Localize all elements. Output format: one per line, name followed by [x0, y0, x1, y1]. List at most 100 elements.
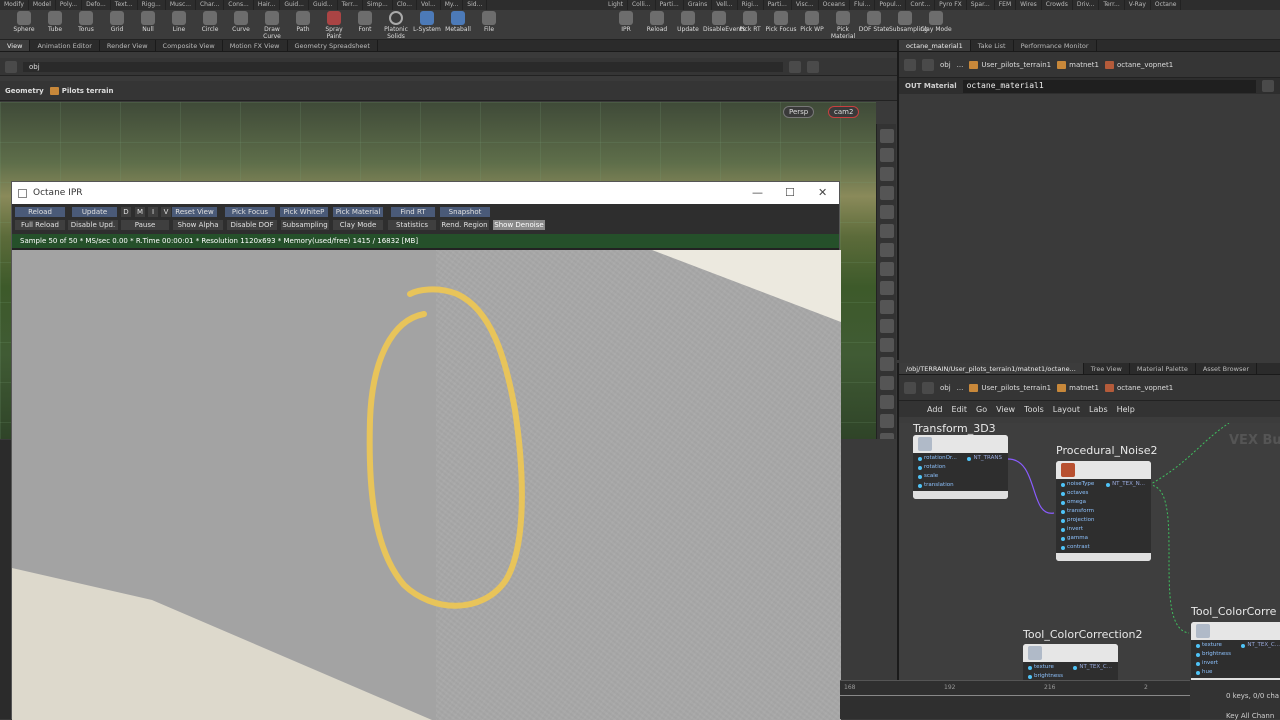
path-crumb[interactable]: octane_vopnet1	[1104, 60, 1173, 69]
back-icon[interactable]	[904, 58, 916, 71]
shelf-tab[interactable]: Modify	[0, 0, 29, 10]
shelf-tab[interactable]: Guid...	[309, 0, 338, 10]
input-port[interactable]: gamma	[1061, 534, 1146, 543]
ipr-button[interactable]: Pick Focus	[225, 207, 275, 217]
path-crumb[interactable]: ...	[957, 61, 964, 69]
shelf-tab[interactable]: Parti...	[656, 0, 684, 10]
shelf-tool[interactable]: DOF State	[858, 11, 890, 33]
ipr-button[interactable]: D	[121, 207, 131, 217]
viewport-tool-icon[interactable]	[879, 205, 894, 219]
shelf-tab[interactable]: Rigi...	[738, 0, 764, 10]
shelf-tab[interactable]: Char...	[196, 0, 225, 10]
shelf-tab[interactable]: Octane	[1151, 0, 1182, 10]
ipr-button[interactable]: Snapshot	[440, 207, 490, 217]
shelf-tab[interactable]: Cont...	[906, 0, 936, 10]
close-icon[interactable]: ✕	[818, 186, 827, 199]
shelf-tab[interactable]: Clo...	[393, 0, 417, 10]
input-port[interactable]: rotation	[918, 463, 1003, 472]
viewport-tool-icon[interactable]	[879, 395, 894, 409]
shelf-tab[interactable]: Musc...	[166, 0, 196, 10]
menu-item[interactable]: Layout	[1053, 405, 1080, 414]
pane-tab[interactable]: Material Palette	[1130, 363, 1196, 374]
ipr-button[interactable]: Subsampling	[281, 220, 329, 230]
viewport-tool-icon[interactable]	[879, 300, 894, 314]
shelf-tab[interactable]: Flui...	[850, 0, 876, 10]
shelf-tab[interactable]: Cons...	[224, 0, 254, 10]
shelf-tool[interactable]: Line	[163, 11, 195, 33]
viewport-tool-icon[interactable]	[879, 224, 894, 238]
viewport-tool-icon[interactable]	[879, 129, 894, 143]
ipr-button[interactable]: Find RT	[391, 207, 435, 217]
input-port[interactable]: projection	[1061, 516, 1146, 525]
shelf-tool[interactable]: Circle	[194, 11, 226, 33]
ipr-button[interactable]: Pause	[121, 220, 169, 230]
shelf-tool[interactable]: Metaball	[442, 11, 474, 33]
input-port[interactable]: scale	[918, 472, 1003, 481]
shelf-tab[interactable]: Poly...	[56, 0, 83, 10]
shelf-tool[interactable]: Reload	[641, 11, 673, 33]
shelf-tab[interactable]: Hair...	[254, 0, 281, 10]
back-icon[interactable]	[5, 60, 17, 73]
ipr-button[interactable]: Reload	[15, 207, 65, 217]
viewport-tool-icon[interactable]	[879, 167, 894, 181]
shelf-tool[interactable]: Tube	[39, 11, 71, 33]
back-icon[interactable]	[904, 381, 916, 394]
path-crumb[interactable]: User_pilots_terrain1	[969, 60, 1051, 69]
shelf-tab[interactable]: Grains	[684, 0, 713, 10]
ipr-button[interactable]: Reset View	[172, 207, 217, 217]
shelf-tool[interactable]: Draw Curve	[256, 11, 288, 40]
shelf-tool[interactable]: Torus	[70, 11, 102, 33]
ipr-button[interactable]: Disable Upd.	[68, 220, 118, 230]
link-icon[interactable]	[807, 60, 819, 73]
pane-tab[interactable]: Render View	[100, 40, 156, 51]
shelf-tab[interactable]: Terr...	[1099, 0, 1125, 10]
pane-tab[interactable]: Performance Monitor	[1014, 40, 1097, 51]
menu-item[interactable]: Tools	[1024, 405, 1044, 414]
viewport-tool-icon[interactable]	[879, 338, 894, 352]
node-crumb[interactable]: Pilots terrain	[49, 86, 114, 95]
output-port[interactable]: NT_TEX_C...	[1073, 663, 1112, 672]
shelf-tab[interactable]: Light	[604, 0, 628, 10]
menu-item[interactable]: View	[996, 405, 1015, 414]
shelf-tab[interactable]: Spar...	[967, 0, 995, 10]
viewport-tool-icon[interactable]	[879, 148, 894, 162]
shelf-tool[interactable]: File	[473, 11, 505, 33]
viewport-tool-icon[interactable]	[879, 319, 894, 333]
input-port[interactable]: omega	[1061, 498, 1146, 507]
vop-node[interactable]: Tool_ColorCorre texture brightness invert hu…	[1191, 605, 1280, 686]
ipr-button[interactable]: Clay Mode	[333, 220, 383, 230]
ipr-button[interactable]: Show Denoise	[493, 220, 545, 230]
menu-item[interactable]: Edit	[952, 405, 968, 414]
shelf-tab[interactable]: Rigg...	[138, 0, 166, 10]
camera-menu[interactable]: cam2	[828, 106, 860, 118]
input-port[interactable]: contrast	[1061, 543, 1146, 552]
menu-item[interactable]: Help	[1117, 405, 1135, 414]
node-header[interactable]	[1056, 461, 1151, 479]
input-port[interactable]: invert	[1061, 525, 1146, 534]
shelf-tab[interactable]: Parti...	[764, 0, 792, 10]
pane-tab[interactable]: Asset Browser	[1196, 363, 1258, 374]
shelf-tab[interactable]: Text...	[111, 0, 138, 10]
shelf-tool[interactable]: Pick Material	[827, 11, 859, 40]
node-header[interactable]	[1191, 622, 1280, 640]
menu-item[interactable]: Labs	[1089, 405, 1108, 414]
shelf-tab[interactable]: Guid...	[280, 0, 309, 10]
shelf-tab[interactable]: Vell...	[712, 0, 738, 10]
viewport-tool-icon[interactable]	[879, 243, 894, 257]
viewport-tool-icon[interactable]	[879, 186, 894, 200]
shelf-tool[interactable]: Curve	[225, 11, 257, 33]
shelf-tab[interactable]: Popul...	[875, 0, 907, 10]
shelf-tab[interactable]: Simp...	[363, 0, 393, 10]
shelf-tool[interactable]: Pick RT	[734, 11, 766, 33]
path-crumb[interactable]: obj	[940, 384, 951, 392]
input-port[interactable]: invert	[1196, 659, 1280, 668]
shelf-tab[interactable]: Driv...	[1073, 0, 1100, 10]
ipr-button[interactable]: Statistics	[388, 220, 436, 230]
vop-node[interactable]: Transform_3D3 rotationOr... rotation scale t…	[913, 423, 1008, 499]
pane-tab[interactable]: Take List	[971, 40, 1014, 51]
output-port[interactable]: NT_TEX_C...	[1241, 641, 1280, 650]
shelf-tab[interactable]: Vol...	[417, 0, 441, 10]
path-crumb[interactable]: User_pilots_terrain1	[969, 383, 1051, 392]
path-crumb[interactable]: matnet1	[1057, 60, 1099, 69]
shelf-tab[interactable]: Defo...	[82, 0, 111, 10]
